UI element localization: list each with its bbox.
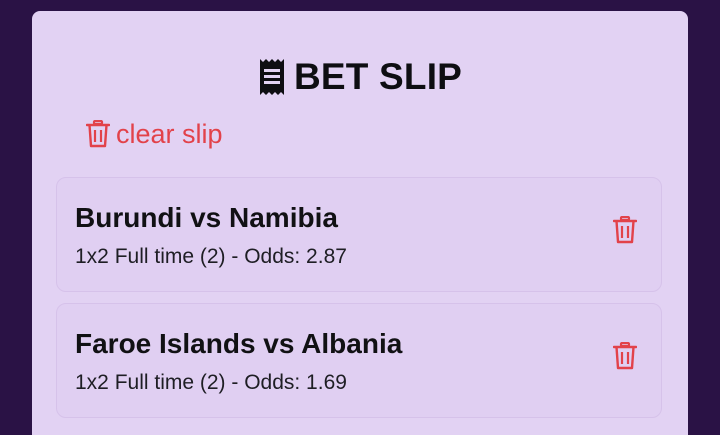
receipt-icon bbox=[258, 59, 286, 95]
bet-slip-title: BET SLIP bbox=[293, 56, 463, 97]
remove-bet-button[interactable] bbox=[613, 216, 637, 244]
bet-item: Faroe Islands vs Albania 1x2 Full time (… bbox=[56, 303, 662, 418]
bet-slip-panel: BET SLIP clear slip Burundi vs Namibia 1… bbox=[32, 11, 688, 435]
trash-icon bbox=[613, 342, 637, 370]
clear-slip-label: clear slip bbox=[116, 118, 223, 149]
bet-slip-header: BET SLIP bbox=[32, 51, 688, 103]
bet-item: Burundi vs Namibia 1x2 Full time (2) - O… bbox=[56, 177, 662, 292]
trash-icon bbox=[86, 120, 110, 148]
bet-match-name: Faroe Islands vs Albania bbox=[75, 328, 403, 359]
bet-detail: 1x2 Full time (2) - Odds: 2.87 bbox=[75, 245, 347, 268]
remove-bet-button[interactable] bbox=[613, 342, 637, 370]
trash-icon bbox=[613, 216, 637, 244]
page: BET SLIP clear slip Burundi vs Namibia 1… bbox=[0, 0, 720, 435]
clear-slip-button[interactable]: clear slip bbox=[86, 115, 223, 153]
bet-match-name: Burundi vs Namibia bbox=[75, 202, 338, 233]
bet-detail: 1x2 Full time (2) - Odds: 1.69 bbox=[75, 371, 347, 394]
